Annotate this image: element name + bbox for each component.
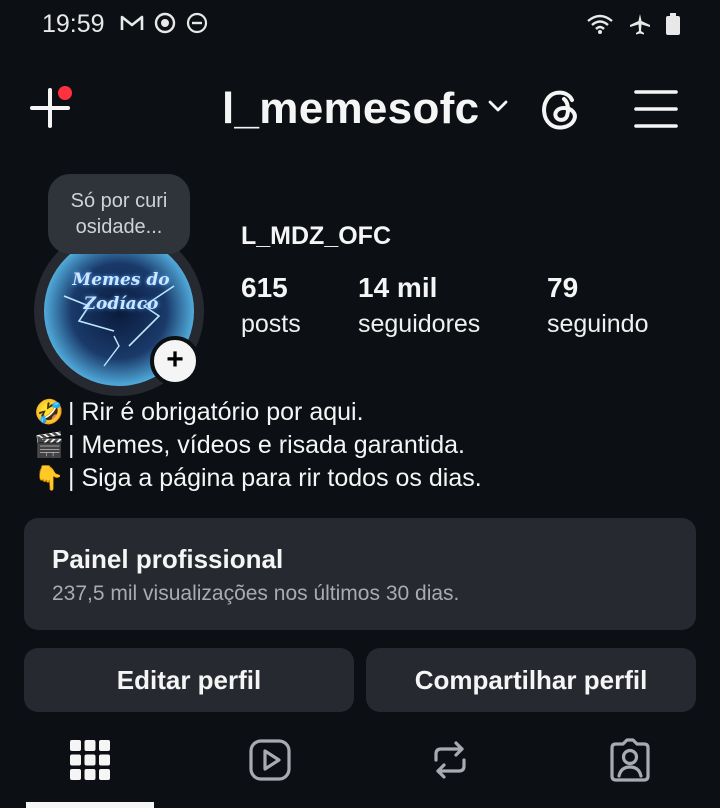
battery-icon: [666, 13, 680, 35]
status-left-icons: [120, 12, 208, 34]
bio-line: 🎬 | Memes, vídeos e risada garantida.: [32, 429, 482, 462]
chevron-down-icon[interactable]: [486, 96, 510, 116]
notification-dot: [58, 86, 72, 100]
active-tab-indicator: [26, 802, 154, 808]
reels-icon[interactable]: [248, 738, 292, 782]
status-right-icons: [586, 12, 680, 36]
bio-text: | Siga a página para rir todos os dias.: [68, 464, 482, 492]
stat-value: 79: [547, 272, 579, 303]
bio-line: 👇 | Siga a página para rir todos os dias…: [32, 462, 482, 495]
wifi-icon: [587, 14, 613, 34]
status-time: 19:59: [42, 10, 105, 38]
stat-label: seguidores: [358, 310, 481, 338]
hamburger-menu-icon[interactable]: [634, 88, 678, 130]
airplane-mode-icon: [630, 14, 650, 35]
panel-subtitle: 237,5 mil visualizações nos últimos 30 d…: [52, 582, 460, 605]
pointing-down-emoji-icon: 👇: [34, 465, 64, 492]
edit-profile-button[interactable]: Editar perfil: [24, 648, 354, 712]
laughing-emoji-icon: 🤣: [34, 399, 64, 426]
grid-icon[interactable]: [68, 738, 112, 782]
display-name: L_MDZ_OFC: [241, 222, 391, 250]
tagged-icon[interactable]: [608, 738, 652, 782]
instagram-notif-icon: [154, 12, 176, 34]
bio-text: | Rir é obrigatório por aqui.: [68, 398, 364, 426]
share-profile-button[interactable]: Compartilhar perfil: [366, 648, 696, 712]
stat-label: posts: [241, 310, 301, 338]
bio-line: 🤣 | Rir é obrigatório por aqui.: [32, 396, 482, 429]
profile-username[interactable]: l_memesofc: [222, 84, 479, 134]
avatar-logo-text: Memes do Zodíaco: [72, 270, 170, 314]
stat-posts[interactable]: 615 posts: [241, 272, 301, 339]
stat-value: 14 mil: [358, 272, 438, 303]
clapperboard-emoji-icon: 🎬: [34, 432, 64, 459]
note-bubble[interactable]: Só por curi osidade...: [48, 174, 190, 254]
bio-text: | Memes, vídeos e risada garantida.: [68, 431, 465, 459]
reposts-icon[interactable]: [428, 738, 472, 782]
stat-following[interactable]: 79 seguindo: [547, 272, 648, 339]
gmail-icon: [120, 15, 144, 30]
threads-icon[interactable]: [538, 86, 584, 132]
do-not-disturb-icon: [186, 12, 208, 34]
stat-label: seguindo: [547, 310, 649, 338]
bio: 🤣 | Rir é obrigatório por aqui. 🎬 | Meme…: [32, 396, 482, 495]
stat-value: 615: [241, 272, 288, 303]
stat-followers[interactable]: 14 mil seguidores: [358, 272, 480, 339]
add-story-button[interactable]: +: [150, 336, 200, 386]
panel-title: Painel profissional: [52, 544, 284, 574]
